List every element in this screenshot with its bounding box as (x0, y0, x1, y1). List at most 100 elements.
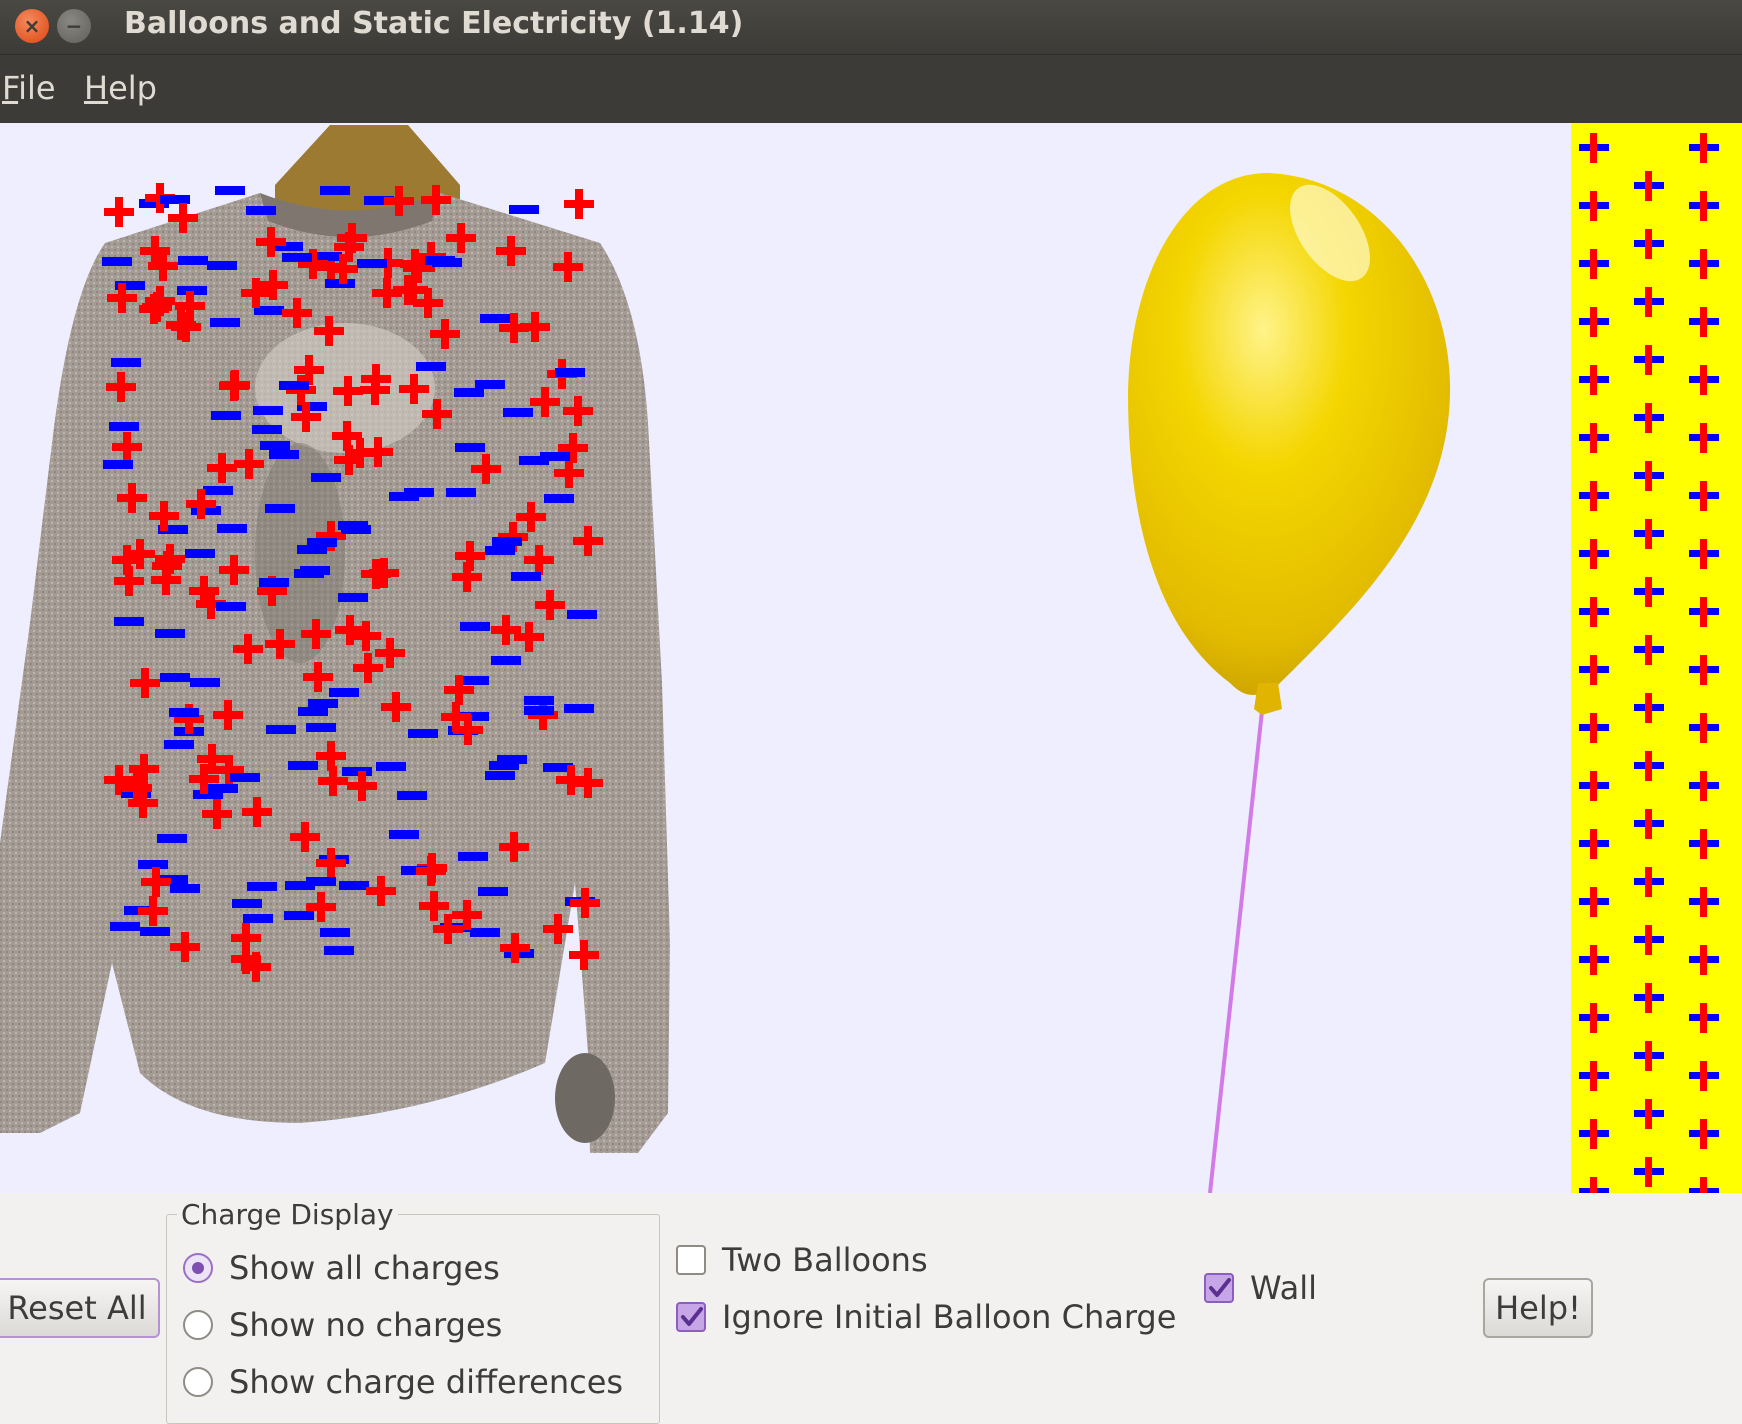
positive-charge-icon (328, 254, 358, 284)
positive-charge-icon (148, 251, 178, 281)
checkbox-checked-icon[interactable] (676, 1302, 706, 1332)
positive-charge-icon (306, 892, 336, 922)
wall-charge-pair-icon (1689, 713, 1719, 743)
wall-charge-pair-icon (1579, 481, 1609, 511)
radio-show-charge-differences[interactable]: Show charge differences (183, 1362, 623, 1402)
negative-charge-icon (110, 922, 140, 931)
negative-charge-icon (288, 761, 318, 770)
wall-charge-pair-icon (1634, 1099, 1664, 1129)
negative-charge-icon (102, 257, 132, 266)
wall-charge-pair-icon (1689, 1003, 1719, 1033)
positive-charge-icon (189, 576, 219, 606)
negative-charge-icon (455, 443, 485, 452)
wall-charge-pair-icon (1689, 771, 1719, 801)
positive-charge-icon (242, 797, 272, 827)
negative-charge-icon (157, 834, 187, 843)
wall-charge-pair-icon (1579, 1061, 1609, 1091)
radio-selected-icon[interactable] (183, 1253, 213, 1283)
ignore-initial-balloon-charge-checkbox[interactable]: Ignore Initial Balloon Charge (676, 1297, 1176, 1337)
radio-unselected-icon[interactable] (183, 1310, 213, 1340)
positive-charge-icon (524, 545, 554, 575)
positive-charge-icon (231, 944, 261, 974)
positive-charge-icon (381, 692, 411, 722)
wall-charge-pair-icon (1689, 481, 1719, 511)
positive-charge-icon (170, 932, 200, 962)
positive-charge-icon (419, 891, 449, 921)
checkbox-unchecked-icon[interactable] (676, 1245, 706, 1275)
positive-charge-icon (291, 402, 321, 432)
positive-charge-icon (416, 856, 446, 886)
minimize-window-button[interactable]: − (57, 9, 91, 43)
negative-charge-icon (329, 688, 359, 697)
menu-file[interactable]: File (2, 69, 56, 107)
negative-charge-icon (491, 656, 521, 665)
negative-charge-icon (243, 914, 273, 923)
positive-charge-icon (141, 867, 171, 897)
negative-charge-icon (260, 441, 290, 450)
negative-charge-icon (306, 723, 336, 732)
close-icon: × (23, 14, 41, 38)
two-balloons-checkbox[interactable]: Two Balloons (676, 1240, 928, 1280)
wall-charge-pair-icon (1689, 539, 1719, 569)
help-button[interactable]: Help! (1483, 1278, 1593, 1338)
positive-charge-icon (314, 316, 344, 346)
negative-charge-icon (103, 460, 133, 469)
negative-charge-icon (178, 256, 208, 265)
radio-unselected-icon[interactable] (183, 1367, 213, 1397)
negative-charge-icon (247, 882, 277, 891)
negative-charge-icon (265, 504, 295, 513)
negative-charge-icon (357, 259, 387, 268)
negative-charge-icon (404, 488, 434, 497)
wall-checkbox[interactable]: Wall (1204, 1268, 1317, 1308)
wall-charge-pair-icon (1634, 635, 1664, 665)
positive-charge-icon (175, 291, 205, 321)
positive-charge-icon (122, 773, 152, 803)
positive-charge-icon (553, 252, 583, 282)
negative-charge-icon (458, 852, 488, 861)
menu-help[interactable]: Help (84, 69, 157, 107)
positive-charge-icon (384, 186, 414, 216)
balloon-string (1208, 710, 1264, 1193)
positive-charge-icon (149, 501, 179, 531)
wall-charge-pair-icon (1634, 809, 1664, 839)
positive-charge-icon (500, 933, 530, 963)
close-window-button[interactable]: × (15, 9, 49, 43)
positive-charge-icon (471, 454, 501, 484)
wall-charge-pair-icon (1689, 597, 1719, 627)
reset-all-button[interactable]: Reset All (0, 1278, 160, 1338)
radio-show-no-charges[interactable]: Show no charges (183, 1305, 502, 1345)
negative-charge-icon (460, 622, 490, 631)
charged-wall-icon (1571, 123, 1742, 1193)
wall-charge-pair-icon (1579, 365, 1609, 395)
negative-charge-icon (320, 928, 350, 937)
charge-display-legend: Charge Display (177, 1198, 398, 1231)
positive-charge-icon (573, 526, 603, 556)
checkbox-checked-icon[interactable] (1204, 1273, 1234, 1303)
yellow-balloon-icon[interactable] (1128, 171, 1451, 715)
negative-charge-icon (294, 569, 324, 578)
positive-charge-icon (219, 555, 249, 585)
wall-charge-pair-icon (1689, 249, 1719, 279)
negative-charge-icon (376, 762, 406, 771)
negative-charge-icon (164, 740, 194, 749)
wall-charge-pair-icon (1579, 1119, 1609, 1149)
negative-charge-icon (169, 708, 199, 717)
negative-charge-icon (114, 617, 144, 626)
negative-charge-icon (540, 452, 570, 461)
radio-show-all-charges[interactable]: Show all charges (183, 1248, 500, 1288)
positive-charge-icon (452, 900, 482, 930)
negative-charge-icon (185, 549, 215, 558)
negative-charge-icon (492, 537, 522, 546)
negative-charge-icon (320, 186, 350, 195)
simulation-canvas (0, 123, 1742, 1193)
negative-charge-icon (210, 318, 240, 327)
negative-charge-icon (111, 358, 141, 367)
negative-charge-icon (216, 602, 246, 611)
negative-charge-icon (485, 546, 515, 555)
positive-charge-icon (107, 283, 137, 313)
wall-charge-pair-icon (1634, 171, 1664, 201)
positive-charge-icon (265, 629, 295, 659)
positive-charge-icon (455, 541, 485, 571)
negative-charge-icon (230, 773, 260, 782)
negative-charge-icon (282, 253, 312, 262)
